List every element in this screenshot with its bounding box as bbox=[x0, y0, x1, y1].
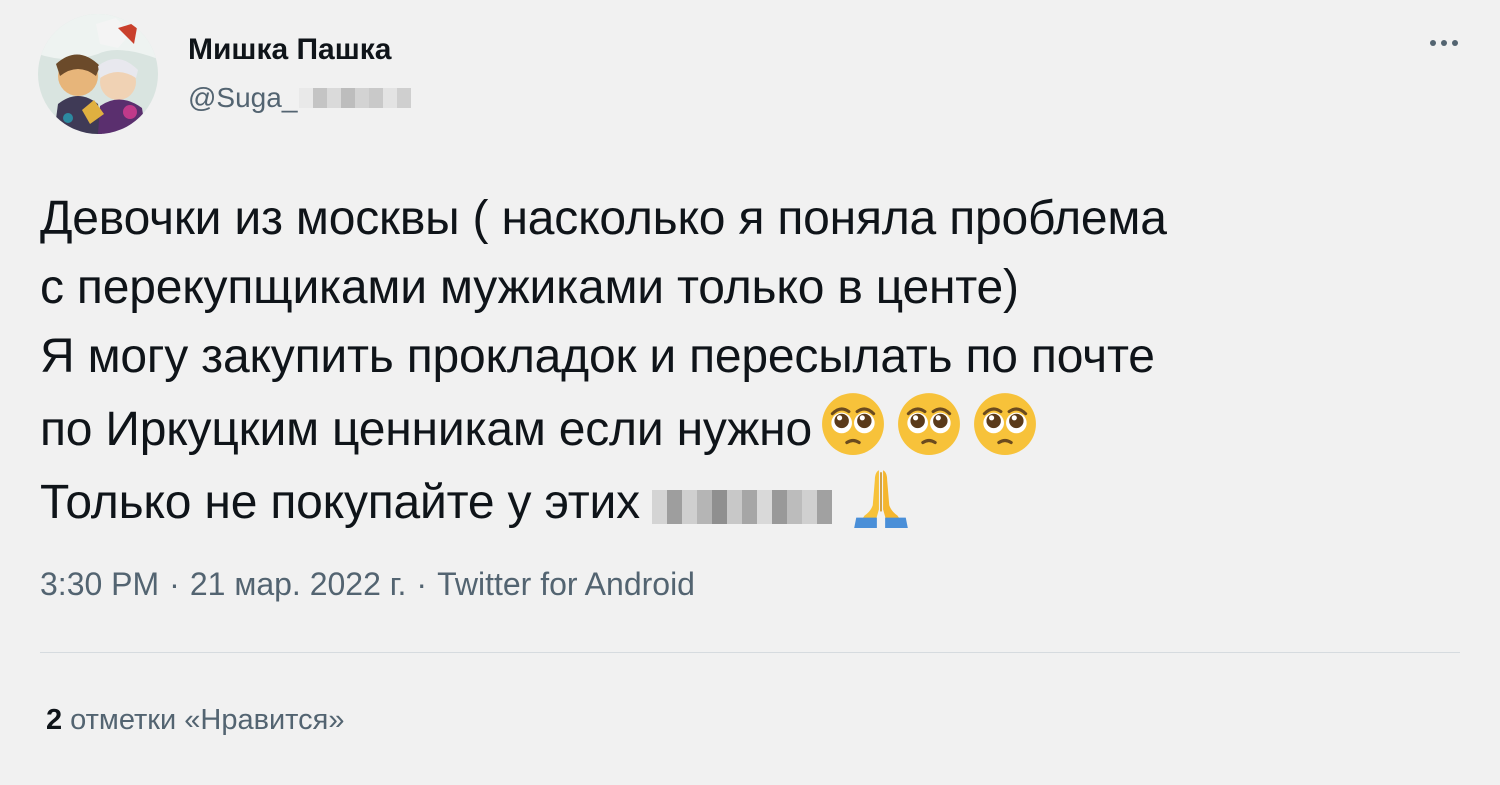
more-dot-icon bbox=[1430, 40, 1436, 46]
tweet-card: Мишка Пашка @Suga_ Девочки из москвы ( н… bbox=[0, 0, 1500, 785]
redacted-handle-blur bbox=[299, 88, 412, 108]
pleading-face-icon bbox=[898, 393, 960, 455]
avatar[interactable] bbox=[38, 14, 158, 134]
display-name[interactable]: Мишка Пашка bbox=[188, 30, 411, 70]
redacted-word-blur bbox=[651, 490, 832, 524]
tweet-line: Я могу закупить прокладок и пересылать п… bbox=[40, 322, 1460, 391]
tweet-line-text: Я могу закупить прокладок и пересылать п… bbox=[40, 330, 1155, 383]
tweet-metadata: 3:30 PM · 21 мар. 2022 г. · Twitter for Andr… bbox=[40, 562, 695, 606]
tweet-line: Только не покупайте у этих bbox=[40, 464, 1460, 537]
more-options-button[interactable] bbox=[1424, 34, 1464, 52]
more-dot-icon bbox=[1452, 40, 1458, 46]
pleading-face-icon bbox=[974, 393, 1036, 455]
folded-hands-icon bbox=[854, 470, 908, 528]
meta-separator: · bbox=[416, 566, 428, 602]
likes-label: отметки «Нравится» bbox=[70, 704, 345, 736]
divider bbox=[40, 652, 1460, 653]
tweet-line: по Иркуцким ценникам если нужно bbox=[40, 391, 1460, 464]
tweet-source-link[interactable]: Twitter for Android bbox=[437, 566, 695, 602]
meta-separator: · bbox=[169, 566, 180, 602]
user-handle[interactable]: @Suga_ bbox=[188, 80, 297, 116]
tweet-time[interactable]: 3:30 PM bbox=[40, 566, 159, 602]
handle-row: @Suga_ bbox=[188, 80, 412, 116]
author-block: Мишка Пашка @Suga_ bbox=[188, 30, 412, 116]
pleading-face-icon bbox=[822, 393, 884, 455]
tweet-text: Девочки из москвы ( насколько я поняла п… bbox=[40, 184, 1460, 537]
tweet-line-text: Девочки из москвы ( насколько я поняла п… bbox=[40, 192, 1167, 245]
tweet-line-text: с перекупщиками мужиками только в центе) bbox=[40, 261, 1019, 314]
more-dot-icon bbox=[1441, 40, 1447, 46]
tweet-date[interactable]: 21 мар. 2022 г. bbox=[190, 566, 407, 602]
likes-count: 2 bbox=[46, 704, 63, 736]
tweet-line: с перекупщиками мужиками только в центе) bbox=[40, 253, 1460, 322]
likes-count-link[interactable]: 2 отметки «Нравится» bbox=[46, 700, 344, 740]
tweet-line: Девочки из москвы ( насколько я поняла п… bbox=[40, 184, 1460, 253]
tweet-line-text: по Иркуцким ценникам если нужно bbox=[40, 403, 812, 456]
tweet-line-text: Только не покупайте у этих bbox=[40, 476, 640, 529]
